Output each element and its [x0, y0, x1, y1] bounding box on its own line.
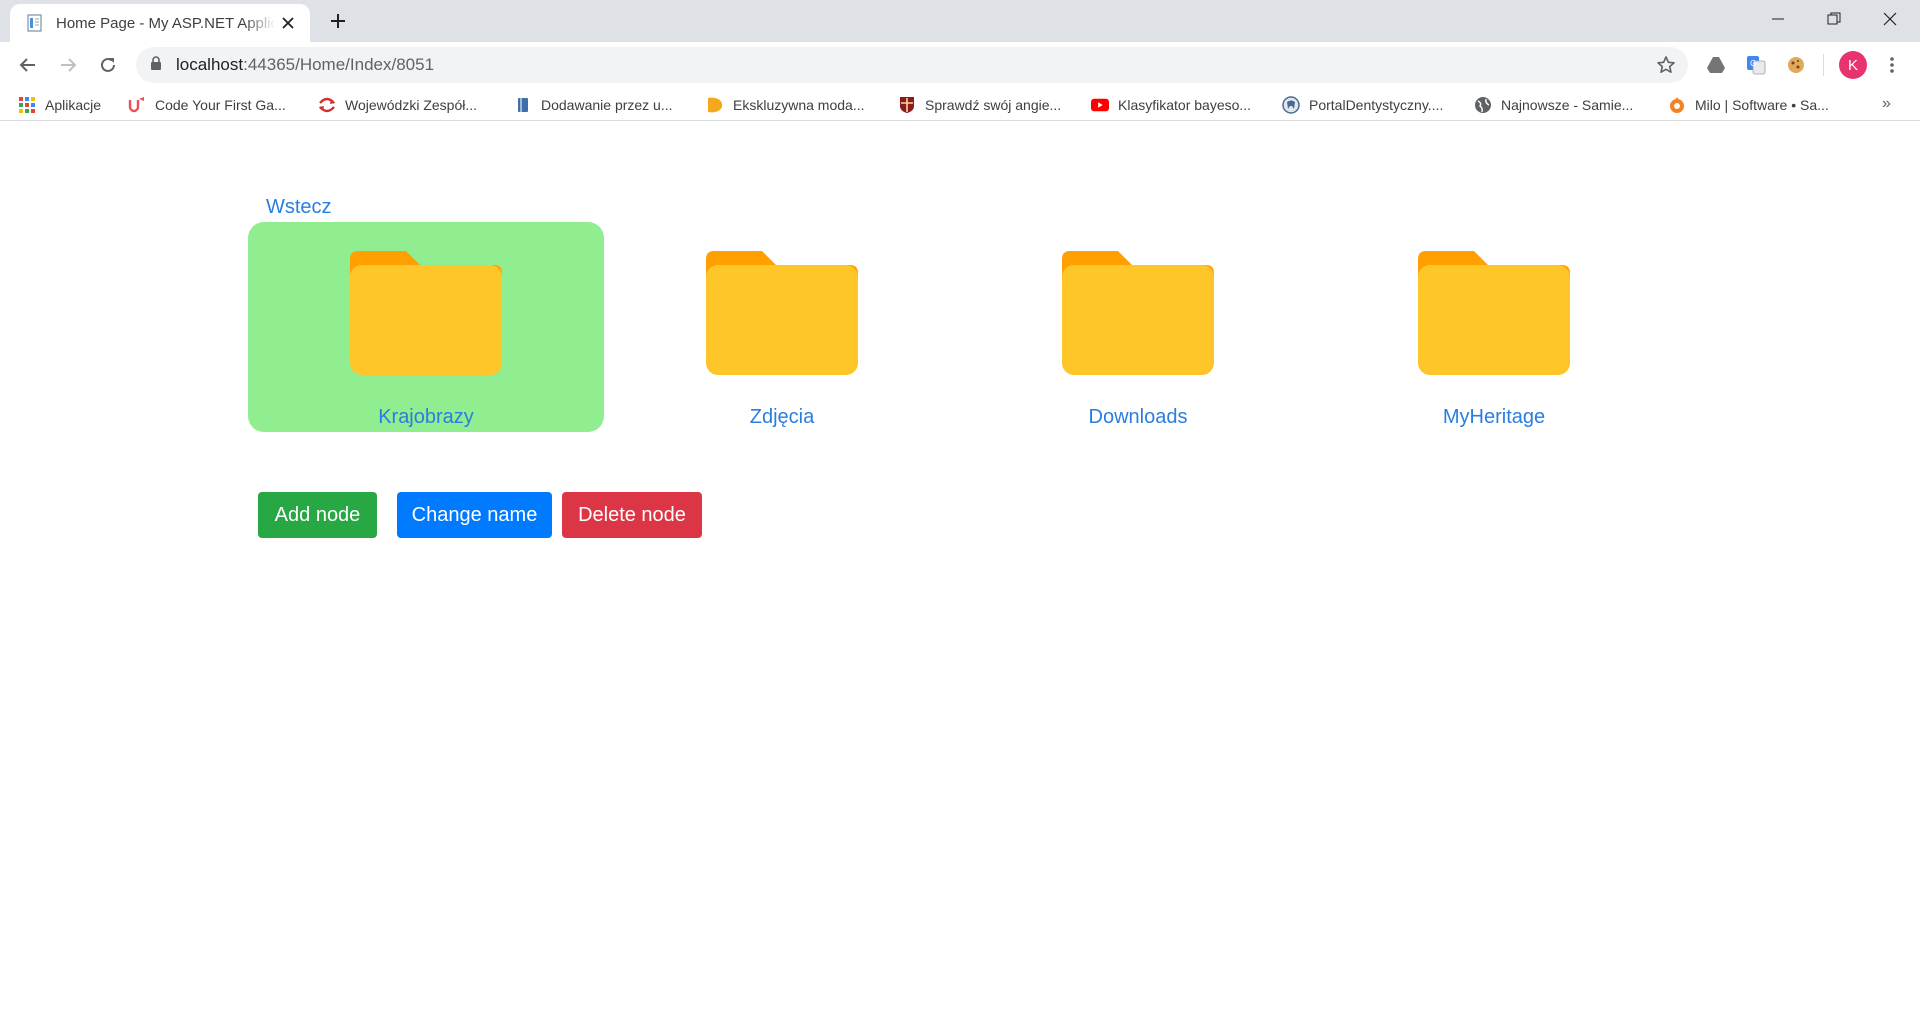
bookmark-label: Code Your First Ga...	[155, 97, 286, 113]
bookmark-item[interactable]: Ekskluzywna moda...	[706, 93, 865, 117]
bookmark-label: Sprawdź swój angie...	[925, 97, 1062, 113]
folder-grid: Krajobrazy Zdjęcia Downloads MyHeritage	[248, 222, 1672, 432]
minimize-icon[interactable]	[1750, 0, 1806, 38]
reload-icon[interactable]	[92, 49, 124, 81]
bookmark-item[interactable]: PortalDentystyczny....	[1282, 93, 1443, 117]
folder-item[interactable]: Zdjęcia	[604, 222, 960, 432]
udemy-icon	[128, 96, 146, 114]
bookmark-item[interactable]: Milo | Software • Sa...	[1668, 93, 1829, 117]
url-text: localhost:44365/Home/Index/8051	[176, 55, 434, 75]
url-path: :44365/Home/Index/8051	[243, 55, 435, 74]
close-tab-icon[interactable]	[278, 13, 298, 33]
apps-grid-icon	[18, 96, 36, 114]
folder-icon	[1062, 251, 1214, 375]
folder-name: MyHeritage	[1442, 406, 1546, 428]
folder-name: Krajobrazy	[378, 406, 474, 428]
folder-item[interactable]: Downloads	[960, 222, 1316, 432]
bookmark-label: Dodawanie przez u...	[541, 97, 673, 113]
bookmark-label: Ekskluzywna moda...	[733, 97, 865, 113]
book-icon	[514, 96, 532, 114]
svg-text:G: G	[1750, 59, 1756, 68]
url-host: localhost	[176, 55, 244, 74]
bookmarks-overflow-icon[interactable]: »	[1882, 95, 1891, 113]
orange-leaf-icon	[706, 96, 724, 114]
close-window-icon[interactable]	[1862, 0, 1918, 38]
bookmark-item[interactable]: Code Your First Ga...	[128, 93, 286, 117]
bookmark-item[interactable]: Sprawdź swój angie...	[898, 93, 1061, 117]
toolbar-divider	[1823, 54, 1824, 76]
restore-icon[interactable]	[1806, 0, 1862, 38]
cookie-icon[interactable]	[1784, 53, 1808, 77]
bookmark-label: Wojewódzki Zespół...	[345, 97, 478, 113]
bookmark-item[interactable]: Wojewódzki Zespół...	[318, 93, 477, 117]
folder-name: Downloads	[1088, 406, 1188, 428]
address-bar[interactable]: localhost:44365/Home/Index/8051	[136, 47, 1688, 83]
change-name-button[interactable]: Change name	[397, 492, 552, 538]
red-arrows-icon	[318, 96, 336, 114]
back-arrow-icon[interactable]	[12, 49, 44, 81]
bookmark-item[interactable]: Klasyfikator bayeso...	[1091, 93, 1251, 117]
folder-item[interactable]: MyHeritage	[1316, 222, 1672, 432]
browser-toolbar: localhost:44365/Home/Index/8051 G K	[0, 42, 1920, 88]
document-icon	[26, 14, 44, 32]
bookmark-star-icon[interactable]	[1656, 55, 1676, 75]
bookmarks-bar: Aplikacje Code Your First Ga... Wojewódz…	[0, 88, 1920, 121]
globe-icon	[1474, 96, 1492, 114]
folder-item[interactable]: Krajobrazy	[248, 222, 604, 432]
bookmark-label: Najnowsze - Samie...	[1501, 97, 1634, 113]
add-node-button[interactable]: Add node	[258, 492, 377, 538]
folder-icon	[1418, 251, 1570, 375]
bookmark-label: Klasyfikator bayeso...	[1118, 97, 1252, 113]
youtube-icon	[1091, 96, 1109, 114]
bookmark-item[interactable]: Dodawanie przez u...	[514, 93, 673, 117]
google-drive-icon[interactable]	[1704, 53, 1728, 77]
bookmark-label: Milo | Software • Sa...	[1695, 97, 1829, 113]
profile-avatar[interactable]: K	[1839, 51, 1867, 79]
folder-name: Zdjęcia	[749, 406, 815, 428]
tab-strip: Home Page - My ASP.NET Application	[0, 0, 1920, 42]
lock-icon[interactable]	[150, 55, 162, 75]
folder-icon	[350, 251, 502, 375]
bookmark-item[interactable]: Najnowsze - Samie...	[1474, 93, 1633, 117]
tab-title: Home Page - My ASP.NET Application	[56, 14, 276, 32]
menu-dots-icon[interactable]	[1880, 53, 1904, 77]
google-translate-icon[interactable]: G	[1744, 53, 1768, 77]
new-tab-icon[interactable]	[326, 9, 350, 33]
milo-icon	[1668, 96, 1686, 114]
delete-node-button[interactable]: Delete node	[562, 492, 702, 538]
tooth-icon	[1282, 96, 1300, 114]
bookmark-item[interactable]: Aplikacje	[18, 93, 101, 117]
bookmark-label: Aplikacje	[45, 97, 102, 113]
bookmark-label: PortalDentystyczny....	[1309, 97, 1444, 113]
back-link[interactable]: Wstecz	[266, 196, 332, 219]
forward-arrow-icon[interactable]	[52, 49, 84, 81]
browser-tab[interactable]: Home Page - My ASP.NET Application	[10, 4, 310, 42]
crest-icon	[898, 96, 916, 114]
folder-icon	[706, 251, 858, 375]
